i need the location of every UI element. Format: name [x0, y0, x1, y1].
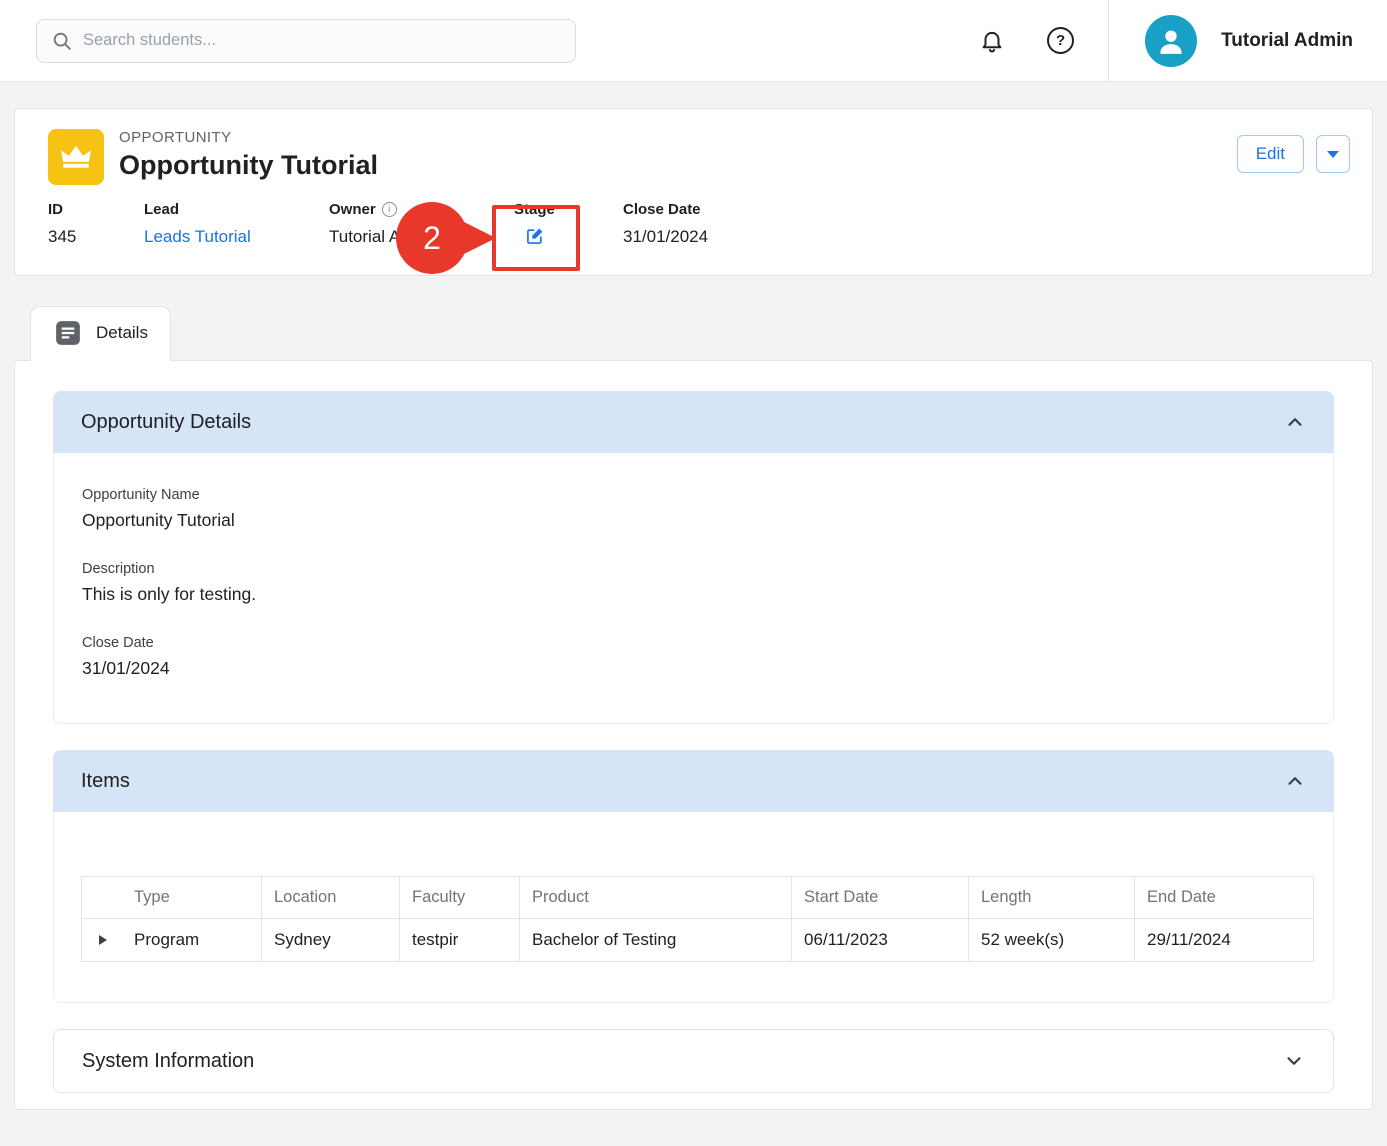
article-icon — [53, 318, 83, 348]
topbar-right: ? Tutorial Admin — [979, 0, 1387, 81]
avatar[interactable] — [1145, 15, 1197, 67]
chevron-up-icon — [1284, 411, 1306, 433]
cell-faculty: testpir — [400, 919, 520, 962]
field-id-value: 345 — [48, 227, 144, 247]
column-header: End Date — [1135, 877, 1314, 919]
column-header: Product — [520, 877, 792, 919]
items-table: Type Location Faculty Product Start Date… — [81, 876, 1314, 962]
detail-field-label: Description — [82, 561, 1305, 577]
tab-row: Details — [30, 306, 1373, 360]
column-header: Type — [82, 877, 262, 919]
caret-down-icon — [1327, 151, 1339, 158]
lead-link[interactable]: Leads Tutorial — [144, 227, 251, 246]
search-input[interactable] — [83, 31, 561, 50]
detail-field-value: This is only for testing. — [82, 584, 1305, 605]
topbar-divider — [1108, 0, 1109, 81]
field-id: ID 345 — [48, 201, 144, 251]
notifications-button[interactable] — [979, 28, 1005, 54]
field-id-label: ID — [48, 201, 144, 218]
info-icon: i — [382, 202, 397, 217]
detail-field: Close Date 31/01/2024 — [82, 635, 1305, 679]
search-icon — [51, 30, 73, 52]
detail-field-value: 31/01/2024 — [82, 658, 1305, 679]
section-items-header[interactable]: Items — [53, 750, 1334, 812]
edit-menu-button[interactable] — [1316, 135, 1350, 173]
cell-location: Sydney — [262, 919, 400, 962]
detail-field: Description This is only for testing. — [82, 561, 1305, 605]
field-lead: Lead Leads Tutorial — [144, 201, 329, 251]
section-opportunity-details-header[interactable]: Opportunity Details — [53, 391, 1334, 453]
entity-label: OPPORTUNITY — [119, 129, 378, 146]
items-table-header-row: Type Location Faculty Product Start Date… — [82, 877, 1314, 919]
field-close-date-label: Close Date — [623, 201, 1372, 218]
record-header-card: OPPORTUNITY Opportunity Tutorial Edit ID… — [14, 108, 1373, 276]
chevron-up-icon — [1284, 770, 1306, 792]
section-items: Items Type Location — [53, 750, 1334, 1003]
detail-field-label: Opportunity Name — [82, 487, 1305, 503]
cell-end-date: 29/11/2024 — [1135, 919, 1314, 962]
section-system-information-header[interactable]: System Information — [53, 1029, 1334, 1093]
section-opportunity-details-title: Opportunity Details — [81, 411, 251, 434]
page: ? Tutorial Admin OPPORTUNITY Opportunity… — [0, 0, 1387, 1146]
section-opportunity-details: Opportunity Details Opportunity Name Opp… — [53, 391, 1334, 724]
cell-type-text: Program — [134, 930, 199, 949]
cell-start-date: 06/11/2023 — [792, 919, 969, 962]
owner-label-text: Owner — [329, 201, 376, 218]
header-actions: Edit — [1237, 135, 1350, 173]
edit-button[interactable]: Edit — [1237, 135, 1304, 173]
detail-field: Opportunity Name Opportunity Tutorial — [82, 487, 1305, 531]
record-header-top: OPPORTUNITY Opportunity Tutorial Edit — [15, 109, 1372, 185]
bell-icon — [979, 28, 1005, 54]
field-close-date: Close Date 31/01/2024 — [623, 201, 1372, 251]
section-items-body: Type Location Faculty Product Start Date… — [53, 812, 1334, 1003]
column-header: Location — [262, 877, 400, 919]
column-header: Start Date — [792, 877, 969, 919]
field-close-date-value: 31/01/2024 — [623, 227, 1372, 247]
section-items-title: Items — [81, 770, 130, 793]
search-box[interactable] — [36, 19, 576, 63]
column-header: Faculty — [400, 877, 520, 919]
chevron-down-icon — [1283, 1050, 1305, 1072]
table-row[interactable]: Program Sydney testpir Bachelor of Testi… — [82, 919, 1314, 962]
opportunity-crown-icon — [48, 129, 104, 185]
person-icon — [1154, 24, 1188, 58]
main-card: Opportunity Details Opportunity Name Opp… — [14, 360, 1373, 1110]
annotation-step-badge: 2 — [396, 202, 468, 274]
topbar: ? Tutorial Admin — [0, 0, 1387, 82]
row-expand-icon[interactable] — [99, 935, 107, 945]
content: OPPORTUNITY Opportunity Tutorial Edit ID… — [0, 82, 1387, 1110]
cell-type: Program — [82, 919, 262, 962]
help-button[interactable]: ? — [1047, 27, 1108, 54]
user-name[interactable]: Tutorial Admin — [1221, 30, 1387, 52]
cell-product: Bachelor of Testing — [520, 919, 792, 962]
help-icon: ? — [1047, 27, 1074, 54]
tab-details-label: Details — [96, 323, 148, 343]
detail-field-label: Close Date — [82, 635, 1305, 651]
field-lead-label: Lead — [144, 201, 329, 218]
tab-details[interactable]: Details — [30, 306, 171, 361]
record-summary-fields: ID 345 Lead Leads Tutorial Owner i Tutor… — [15, 185, 1372, 275]
page-title: Opportunity Tutorial — [119, 150, 378, 181]
annotation-highlight-box — [492, 205, 580, 271]
section-system-information-title: System Information — [82, 1050, 254, 1073]
header-titles: OPPORTUNITY Opportunity Tutorial — [119, 129, 378, 181]
detail-field-value: Opportunity Tutorial — [82, 510, 1305, 531]
section-opportunity-details-body: Opportunity Name Opportunity Tutorial De… — [53, 453, 1334, 724]
cell-length: 52 week(s) — [969, 919, 1135, 962]
column-header: Length — [969, 877, 1135, 919]
